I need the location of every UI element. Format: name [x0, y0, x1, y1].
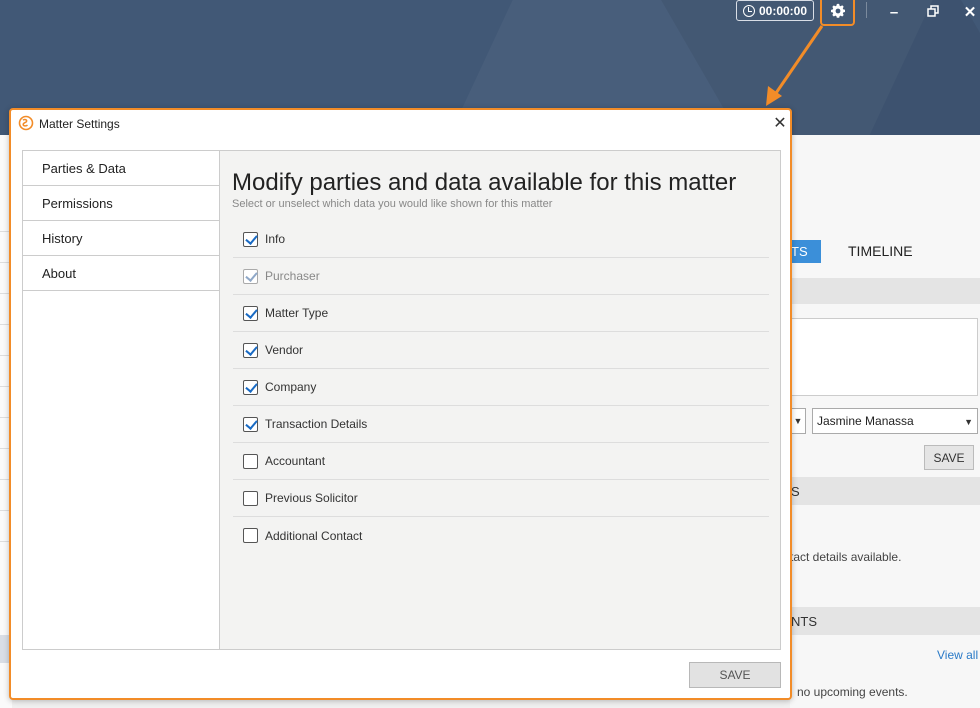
- events-section-label: NTS: [791, 614, 817, 629]
- view-all-link[interactable]: View all: [937, 648, 978, 662]
- settings-button[interactable]: [820, 0, 855, 26]
- close-window-button[interactable]: ✕: [955, 0, 980, 24]
- page-title: Modify parties and data available for th…: [232, 169, 737, 196]
- option-label: Purchaser: [265, 269, 320, 283]
- page-subtitle: Select or unselect which data you would …: [232, 198, 553, 210]
- option-label: Additional Contact: [265, 528, 363, 543]
- nav-item-parties-data[interactable]: Parties & Data: [23, 151, 219, 186]
- option-label: Matter Type: [265, 306, 329, 320]
- previous-solicitor-checkbox[interactable]: [243, 490, 258, 506]
- nav-item-about[interactable]: About: [23, 256, 219, 291]
- matter-settings-dialog: Matter Settings ✕ Parties & Data Permiss…: [9, 108, 792, 700]
- settings-content: Modify parties and data available for th…: [221, 151, 780, 649]
- option-label: Vendor: [265, 343, 304, 357]
- contacts-section-label: S: [791, 484, 800, 499]
- assignee-dropdown[interactable]: Jasmine Manassa ▼: [812, 408, 978, 434]
- clock-icon: [742, 4, 755, 17]
- option-row-info[interactable]: Info: [233, 221, 769, 258]
- save-button[interactable]: SAVE: [689, 662, 781, 688]
- nav-item-permissions[interactable]: Permissions: [23, 186, 219, 221]
- option-label: Previous Solicitor: [265, 491, 358, 505]
- minimize-button[interactable]: –: [879, 0, 909, 24]
- info-checkbox[interactable]: [243, 231, 258, 247]
- close-icon: ✕: [773, 115, 787, 132]
- purchaser-checkbox: [243, 268, 258, 284]
- transaction-details-checkbox[interactable]: [243, 416, 258, 432]
- accountant-checkbox[interactable]: [243, 453, 258, 469]
- option-row-additional-contact[interactable]: Additional Contact: [233, 517, 769, 554]
- option-label: Transaction Details: [265, 417, 368, 431]
- section-bar: [790, 278, 980, 304]
- contacts-empty-text: tact details available.: [790, 550, 902, 564]
- option-row-purchaser: Purchaser: [233, 258, 769, 295]
- nav-item-history[interactable]: History: [23, 221, 219, 256]
- tab-events-label: TS: [791, 244, 808, 259]
- company-checkbox[interactable]: [243, 379, 258, 395]
- type-dropdown[interactable]: ▼: [790, 408, 806, 434]
- chevron-down-icon: ▼: [964, 417, 973, 427]
- restore-button[interactable]: [918, 0, 948, 24]
- app-logo-icon: [18, 115, 34, 131]
- minimize-icon: –: [889, 3, 899, 21]
- gear-icon: [830, 3, 845, 18]
- option-row-transaction-details[interactable]: Transaction Details: [233, 406, 769, 443]
- option-row-previous-solicitor[interactable]: Previous Solicitor: [233, 480, 769, 517]
- restore-icon: [927, 4, 939, 20]
- matter-type-checkbox[interactable]: [243, 305, 258, 321]
- contacts-section-bar: [790, 477, 980, 505]
- option-row-vendor[interactable]: Vendor: [233, 332, 769, 369]
- events-empty-text: no upcoming events.: [797, 685, 908, 699]
- events-section-bar: [790, 607, 980, 635]
- option-row-matter-type[interactable]: Matter Type: [233, 295, 769, 332]
- timer-button[interactable]: 00:00:00: [736, 0, 814, 21]
- tab-timeline[interactable]: TIMELINE: [848, 243, 913, 259]
- tab-events[interactable]: TS: [790, 240, 821, 263]
- dialog-title: Matter Settings: [39, 117, 120, 131]
- data-options-list: Info Purchaser Matter Type Vendor Compan…: [233, 221, 769, 554]
- option-label: Accountant: [265, 454, 326, 468]
- close-icon: ✕: [963, 4, 977, 21]
- option-row-accountant[interactable]: Accountant: [233, 443, 769, 480]
- vendor-checkbox[interactable]: [243, 342, 258, 358]
- option-label: Company: [265, 380, 317, 394]
- settings-nav: Parties & Data Permissions History About: [23, 151, 220, 649]
- timer-value: 00:00:00: [758, 3, 808, 18]
- additional-contact-checkbox[interactable]: [243, 528, 258, 543]
- assignee-value: Jasmine Manassa: [817, 414, 914, 428]
- option-row-company[interactable]: Company: [233, 369, 769, 406]
- option-label: Info: [265, 232, 286, 246]
- window-controls-divider: [866, 2, 867, 18]
- note-save-button[interactable]: SAVE: [924, 445, 974, 470]
- dialog-body: Parties & Data Permissions History About…: [22, 150, 781, 650]
- dialog-close-button[interactable]: ✕: [771, 113, 789, 133]
- annotation-arrow: [766, 25, 824, 106]
- note-textarea[interactable]: [790, 318, 978, 396]
